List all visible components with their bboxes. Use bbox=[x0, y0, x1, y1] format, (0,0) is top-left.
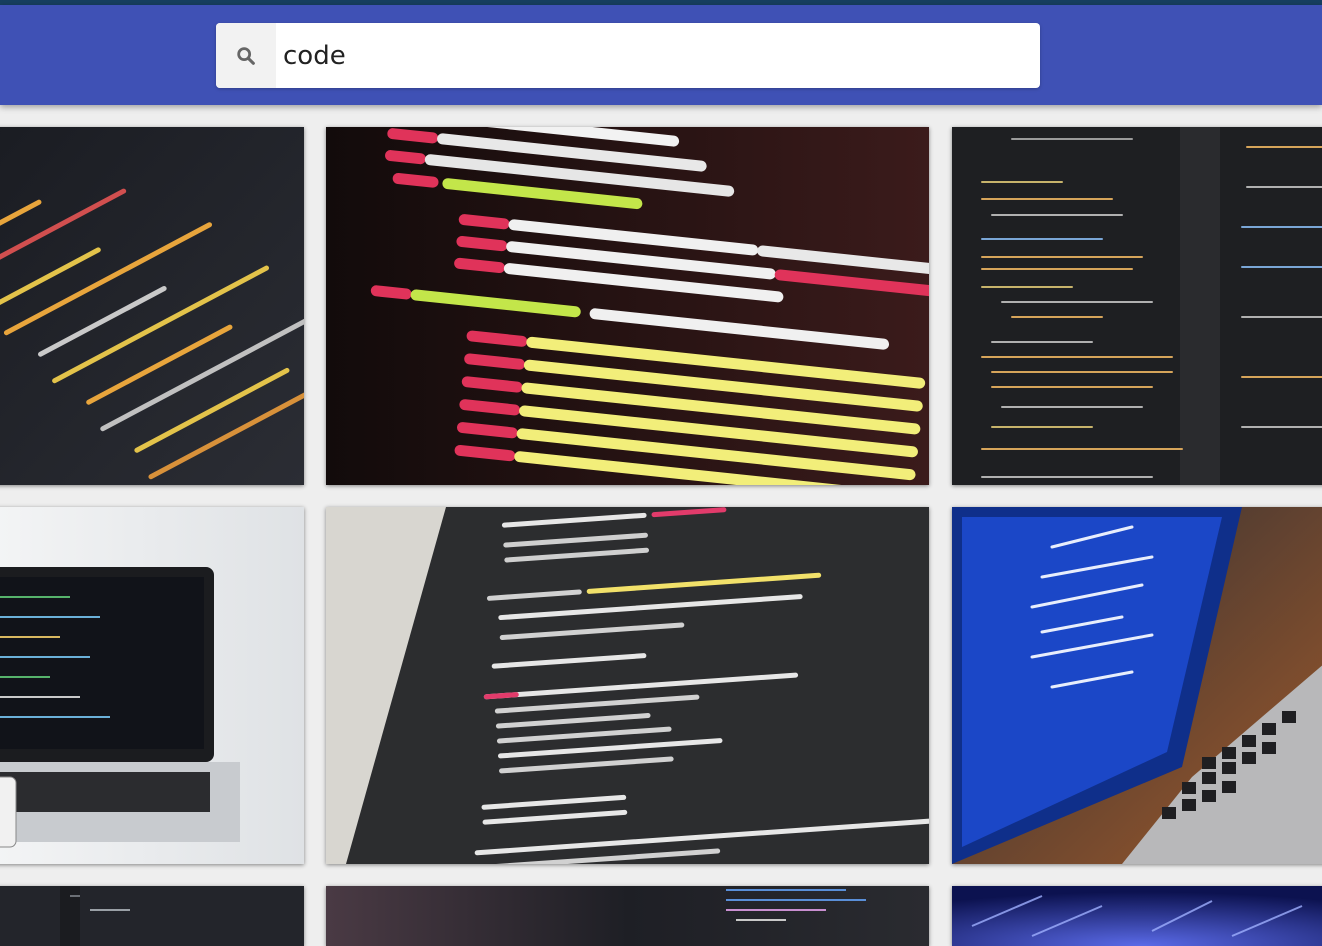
result-image-blue-abstract[interactable] bbox=[952, 886, 1322, 946]
result-image-angular-code[interactable] bbox=[326, 507, 929, 864]
result-image-laptop-blue[interactable] bbox=[952, 507, 1322, 864]
result-image-html-code[interactable] bbox=[326, 127, 929, 485]
search-input[interactable] bbox=[276, 25, 1023, 86]
result-image-code-monitor[interactable] bbox=[326, 886, 929, 946]
search-bar[interactable] bbox=[216, 23, 1040, 88]
result-image-laptop-white[interactable] bbox=[0, 507, 304, 864]
search-icon[interactable] bbox=[216, 23, 276, 88]
result-image-php-code[interactable] bbox=[952, 127, 1322, 485]
result-image-dark-editor[interactable] bbox=[0, 886, 304, 946]
app-header bbox=[0, 5, 1322, 105]
result-image-code-closeup[interactable] bbox=[0, 127, 304, 485]
